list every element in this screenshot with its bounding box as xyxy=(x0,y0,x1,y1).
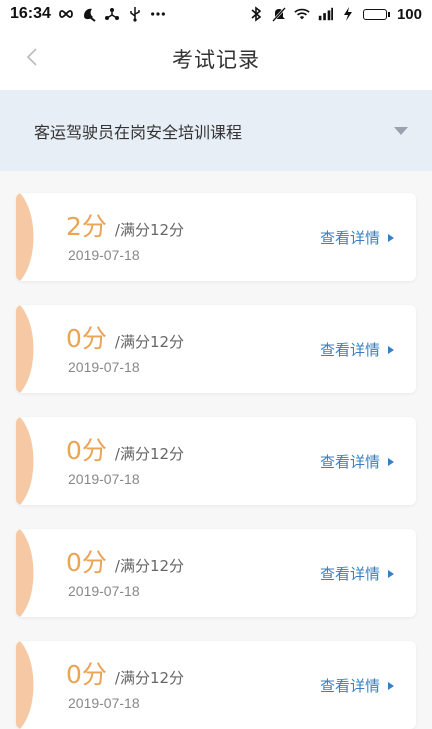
status-left: 16:34 xyxy=(10,5,166,23)
charging-icon xyxy=(340,6,356,22)
triangle-right-icon xyxy=(388,345,394,354)
share-icon xyxy=(104,6,120,22)
record-card: 0分 /满分12分 2019-07-18 查看详情 xyxy=(16,529,416,617)
exam-date: 2019-07-18 xyxy=(68,695,140,711)
course-selector[interactable]: 客运驾驶员在岗安全培训课程 xyxy=(0,90,432,171)
exam-date: 2019-07-18 xyxy=(68,583,140,599)
signal-icon xyxy=(317,6,333,22)
page-title: 考试记录 xyxy=(172,48,260,72)
score-row: 0分 /满分12分 xyxy=(66,543,184,579)
back-button[interactable] xyxy=(16,44,48,74)
score-row: 0分 /满分12分 xyxy=(66,319,184,355)
full-score-label: /满分12分 xyxy=(114,333,185,351)
record-card: 0分 /满分12分 2019-07-18 查看详情 xyxy=(16,305,416,393)
exam-date: 2019-07-18 xyxy=(68,359,140,375)
nav-bar: 考试记录 xyxy=(0,28,432,90)
view-details-label: 查看详情 xyxy=(319,229,380,247)
score-row: 0分 /满分12分 xyxy=(66,431,184,467)
view-details-link[interactable]: 查看详情 xyxy=(320,339,394,360)
score-value: 0分 xyxy=(66,660,107,689)
score-value: 2分 xyxy=(66,212,107,241)
exam-date: 2019-07-18 xyxy=(68,471,140,487)
record-card: 0分 /满分12分 2019-07-18 查看详情 xyxy=(16,417,416,505)
chevron-left-icon xyxy=(26,47,38,71)
weather-icon xyxy=(81,6,97,22)
view-details-label: 查看详情 xyxy=(319,453,380,471)
score-value: 0分 xyxy=(66,548,107,577)
battery-icon xyxy=(362,8,390,20)
exam-date: 2019-07-18 xyxy=(68,247,140,263)
usb-icon xyxy=(127,6,143,22)
view-details-link[interactable]: 查看详情 xyxy=(320,451,394,472)
infinity-icon xyxy=(58,6,74,22)
triangle-right-icon xyxy=(388,681,394,690)
view-details-label: 查看详情 xyxy=(319,565,380,583)
status-right: 100 xyxy=(248,6,422,23)
view-details-label: 查看详情 xyxy=(319,341,380,359)
accent-strip xyxy=(16,529,34,617)
triangle-right-icon xyxy=(388,457,394,466)
triangle-right-icon xyxy=(388,233,394,242)
record-card: 2分 /满分12分 2019-07-18 查看详情 xyxy=(16,193,416,281)
wifi-icon xyxy=(294,6,310,22)
accent-strip xyxy=(16,193,34,281)
view-details-label: 查看详情 xyxy=(319,677,380,695)
view-details-link[interactable]: 查看详情 xyxy=(320,675,394,696)
triangle-right-icon xyxy=(388,569,394,578)
accent-strip xyxy=(16,417,34,505)
view-details-link[interactable]: 查看详情 xyxy=(320,563,394,584)
full-score-label: /满分12分 xyxy=(114,221,185,239)
course-name: 客运驾驶员在岗安全培训课程 xyxy=(34,122,243,142)
accent-strip xyxy=(16,641,34,729)
score-value: 0分 xyxy=(66,436,107,465)
battery-percent: 100 xyxy=(396,5,422,23)
status-time: 16:34 xyxy=(10,5,51,22)
full-score-label: /满分12分 xyxy=(114,557,185,575)
watermark: 天地下载站 xyxy=(292,641,372,657)
accent-strip xyxy=(16,305,34,393)
bluetooth-icon xyxy=(248,6,264,22)
view-details-link[interactable]: 查看详情 xyxy=(320,227,394,248)
triangle-down-icon xyxy=(394,126,408,135)
score-value: 0分 xyxy=(66,324,107,353)
more-icon xyxy=(150,6,166,22)
mute-icon xyxy=(271,6,287,22)
score-row: 2分 /满分12分 xyxy=(66,207,184,243)
score-row: 0分 /满分12分 xyxy=(66,655,184,691)
status-bar: 16:34 100 xyxy=(0,0,432,28)
full-score-label: /满分12分 xyxy=(114,669,185,687)
full-score-label: /满分12分 xyxy=(114,445,185,463)
